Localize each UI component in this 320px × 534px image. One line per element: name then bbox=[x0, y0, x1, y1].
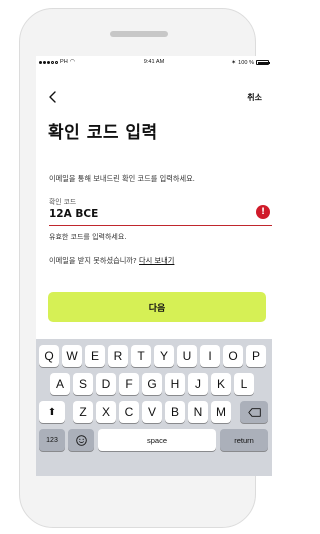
key-u[interactable]: U bbox=[177, 345, 197, 367]
key-a[interactable]: A bbox=[50, 373, 70, 395]
resend-prompt: 이메일을 받지 못하셨습니까? bbox=[49, 256, 140, 265]
space-key[interactable]: space bbox=[98, 429, 216, 451]
key-y[interactable]: Y bbox=[154, 345, 174, 367]
key-q[interactable]: Q bbox=[39, 345, 59, 367]
keyboard-bottom-area bbox=[36, 456, 272, 476]
key-c[interactable]: C bbox=[119, 401, 139, 423]
phone-speaker bbox=[110, 31, 168, 37]
battery-percent: 100 % bbox=[238, 59, 254, 66]
status-bar: PH ◠ 9:41 AM ✶ 100 % bbox=[36, 56, 272, 68]
key-m[interactable]: M bbox=[211, 401, 231, 423]
key-w[interactable]: W bbox=[62, 345, 82, 367]
key-v[interactable]: V bbox=[142, 401, 162, 423]
key-f[interactable]: F bbox=[119, 373, 139, 395]
key-p[interactable]: P bbox=[246, 345, 266, 367]
keyboard: Q W E R T Y U I O P A S D F G H J K L ⬆ … bbox=[36, 339, 272, 456]
key-g[interactable]: G bbox=[142, 373, 162, 395]
backspace-icon bbox=[247, 407, 261, 417]
key-x[interactable]: X bbox=[96, 401, 116, 423]
key-k[interactable]: K bbox=[211, 373, 231, 395]
error-message: 유효한 코드를 입력하세요. bbox=[49, 233, 127, 241]
resend-link[interactable]: 다시 보내기 bbox=[139, 256, 174, 265]
next-button[interactable]: 다음 bbox=[48, 292, 266, 322]
shift-key[interactable]: ⬆ bbox=[39, 401, 65, 423]
bluetooth-icon: ✶ bbox=[231, 60, 237, 66]
shift-icon: ⬆ bbox=[47, 406, 57, 418]
emoji-key[interactable] bbox=[68, 429, 94, 451]
key-n[interactable]: N bbox=[188, 401, 208, 423]
key-o[interactable]: O bbox=[223, 345, 243, 367]
key-b[interactable]: B bbox=[165, 401, 185, 423]
key-e[interactable]: E bbox=[85, 345, 105, 367]
instruction-text: 이메일을 통해 보내드린 확인 코드를 입력하세요. bbox=[49, 174, 195, 183]
app-screen: PH ◠ 9:41 AM ✶ 100 % 취소 확인 코드 입력 이메일을 통해… bbox=[36, 56, 272, 476]
backspace-key[interactable] bbox=[240, 401, 268, 423]
key-j[interactable]: J bbox=[188, 373, 208, 395]
page-title: 확인 코드 입력 bbox=[48, 123, 158, 143]
key-s[interactable]: S bbox=[73, 373, 93, 395]
return-key[interactable]: return bbox=[220, 429, 268, 451]
resend-row: 이메일을 받지 못하셨습니까? 다시 보내기 bbox=[49, 256, 174, 266]
verification-code-input[interactable] bbox=[49, 207, 219, 221]
code-field-label: 확인 코드 bbox=[49, 198, 77, 206]
key-d[interactable]: D bbox=[96, 373, 116, 395]
key-h[interactable]: H bbox=[165, 373, 185, 395]
input-error-underline bbox=[49, 225, 272, 226]
emoji-icon bbox=[75, 434, 87, 446]
key-l[interactable]: L bbox=[234, 373, 254, 395]
status-right: ✶ 100 % bbox=[231, 59, 270, 66]
back-chevron-icon[interactable] bbox=[47, 91, 57, 103]
key-i[interactable]: I bbox=[200, 345, 220, 367]
numbers-key[interactable]: 123 bbox=[39, 429, 65, 451]
battery-icon bbox=[256, 60, 270, 65]
key-z[interactable]: Z bbox=[73, 401, 93, 423]
key-t[interactable]: T bbox=[131, 345, 151, 367]
key-r[interactable]: R bbox=[108, 345, 128, 367]
error-icon: ! bbox=[256, 205, 270, 219]
cancel-button[interactable]: 취소 bbox=[247, 92, 262, 103]
